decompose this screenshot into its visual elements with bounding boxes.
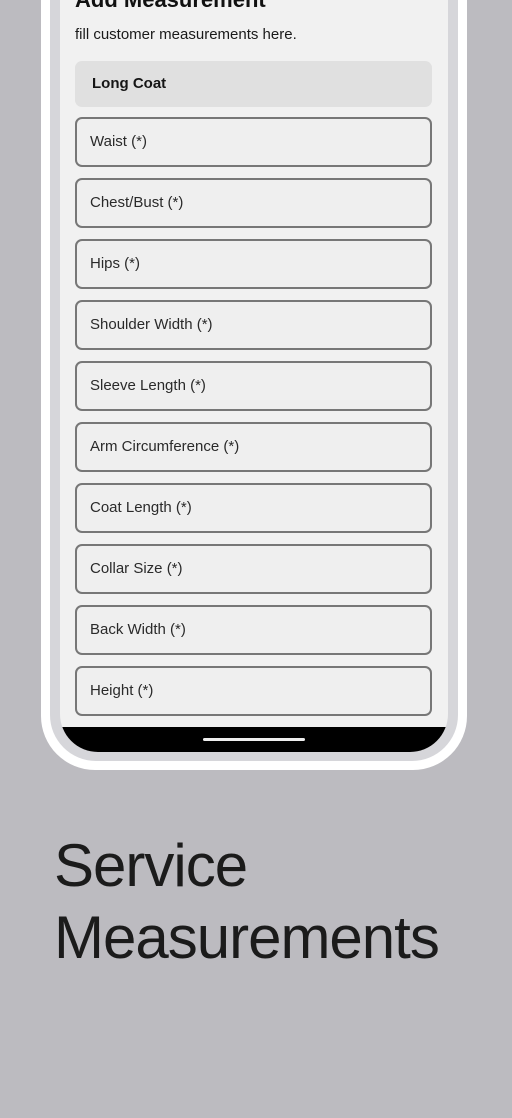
measurement-input[interactable]: Height (*) — [75, 666, 432, 716]
app-screen: Add Measurement fill customer measuremen… — [60, 0, 448, 752]
measurement-input[interactable]: Sleeve Length (*) — [75, 361, 432, 411]
phone-frame: Add Measurement fill customer measuremen… — [41, 0, 467, 770]
measurement-placeholder: Waist (*) — [90, 133, 147, 150]
measurement-placeholder: Chest/Bust (*) — [90, 194, 184, 211]
phone-bezel: Add Measurement fill customer measuremen… — [50, 0, 458, 761]
headline-line-1: Service — [54, 832, 248, 899]
measurement-placeholder: Arm Circumference (*) — [90, 438, 240, 455]
measurement-input[interactable]: Coat Length (*) — [75, 483, 432, 533]
measurement-input[interactable]: Back Width (*) — [75, 605, 432, 655]
headline-line-2: Measurements — [54, 904, 440, 971]
service-selector[interactable]: Long Coat — [75, 61, 432, 107]
measurement-input[interactable]: Chest/Bust (*) — [75, 178, 432, 228]
measurement-placeholder: Back Width (*) — [90, 621, 186, 638]
measurement-placeholder: Height (*) — [90, 682, 154, 699]
service-name: Long Coat — [92, 75, 167, 92]
measurement-placeholder: Coat Length (*) — [90, 499, 192, 516]
measurement-input[interactable]: Waist (*) — [75, 117, 432, 167]
home-indicator[interactable] — [203, 738, 305, 741]
measurement-placeholder: Shoulder Width (*) — [90, 316, 213, 333]
measurement-input[interactable]: Arm Circumference (*) — [75, 422, 432, 472]
measurement-placeholder: Collar Size (*) — [90, 560, 183, 577]
measurement-input[interactable]: Collar Size (*) — [75, 544, 432, 594]
system-nav-bar — [60, 727, 448, 752]
page-subtitle: fill customer measurements here. — [75, 26, 297, 43]
measurement-placeholder: Hips (*) — [90, 255, 141, 272]
measurement-placeholder: Sleeve Length (*) — [90, 377, 206, 394]
promo-headline: Service Measurements — [54, 830, 440, 974]
page-title: Add Measurement — [75, 0, 266, 13]
measurement-input[interactable]: Shoulder Width (*) — [75, 300, 432, 350]
measurement-input[interactable]: Hips (*) — [75, 239, 432, 289]
